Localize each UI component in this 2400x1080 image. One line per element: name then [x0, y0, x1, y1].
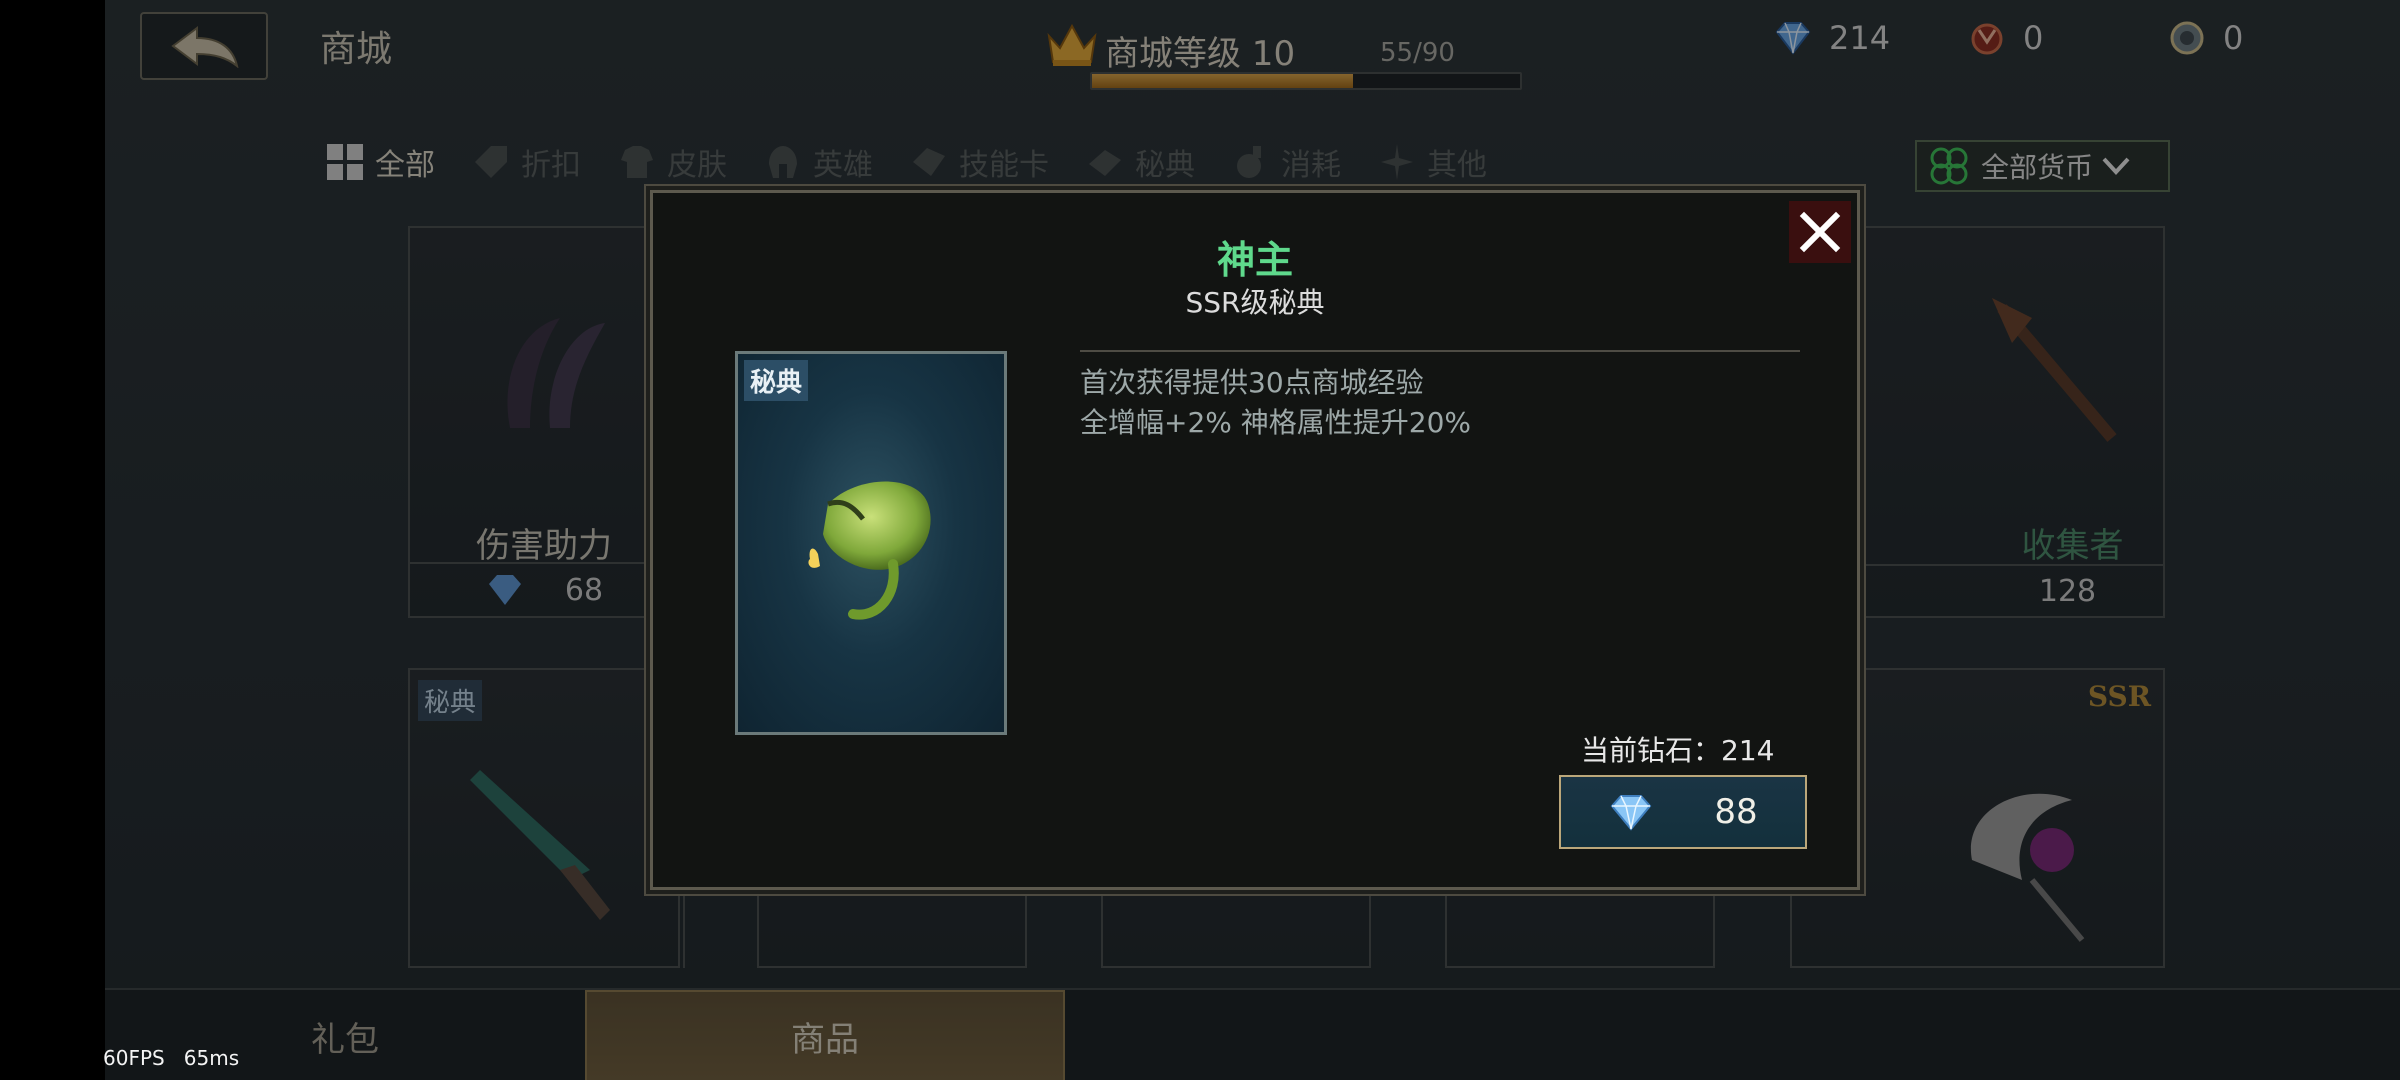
item-detail-modal: 神主 SSR级秘典 秘典 首次获得提供30点商城经验 全增幅+2% 神格属性提升…	[650, 190, 1860, 890]
fps-counter: 60FPS 65ms	[103, 1046, 239, 1070]
item-description-line: 首次获得提供30点商城经验	[1080, 366, 1424, 399]
diamond-icon	[1611, 795, 1652, 831]
current-diamond-balance: 当前钻石：214	[1581, 734, 1775, 767]
green-sprout-artifact-image	[808, 481, 931, 620]
buy-button[interactable]: 88	[1559, 775, 1807, 849]
item-subtitle: SSR级秘典	[1185, 286, 1325, 319]
shop-screen: 商城 商城等级 10 55/90 214 0 0 全部 折扣 皮肤 英雄 技能卡…	[105, 0, 2400, 1080]
description-divider	[1080, 350, 1800, 352]
item-title: 神主	[1216, 238, 1293, 282]
item-description-line: 全增幅+2% 神格属性提升20%	[1080, 406, 1472, 439]
item-art-card: 秘典	[735, 351, 1007, 735]
latency-value: 65ms	[183, 1046, 240, 1070]
fps-value: 60FPS	[103, 1046, 165, 1070]
codex-tag: 秘典	[744, 360, 809, 401]
item-description: 首次获得提供30点商城经验 全增幅+2% 神格属性提升20%	[1080, 363, 1471, 443]
buy-price: 88	[1714, 792, 1758, 832]
